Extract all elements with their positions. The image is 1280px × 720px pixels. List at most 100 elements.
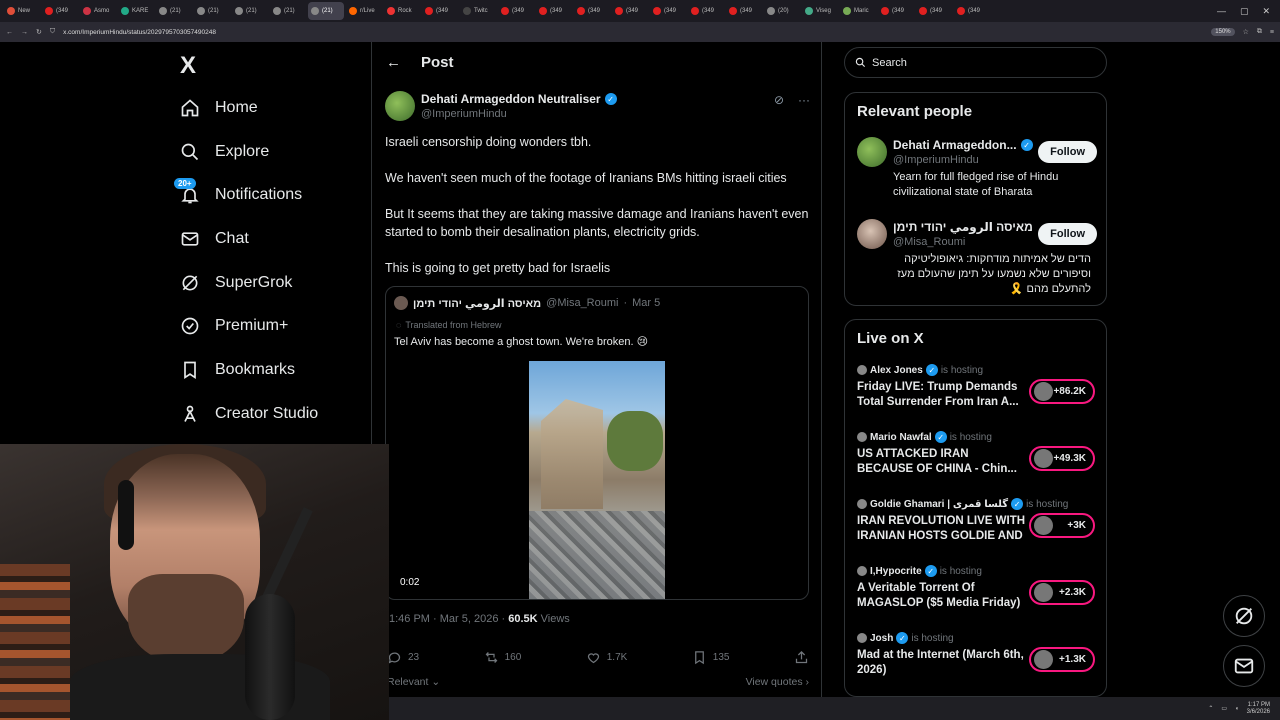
person-handle[interactable]: @ImperiumHindu — [893, 154, 979, 166]
person-handle[interactable]: @Misa_Roumi — [893, 236, 965, 248]
browser-tab[interactable]: (349 — [688, 2, 724, 20]
tab-favicon-icon — [539, 7, 547, 15]
browser-tab[interactable]: KARE — [118, 2, 154, 20]
browser-tab[interactable]: Asmo — [80, 2, 116, 20]
x-logo[interactable]: X — [180, 52, 196, 80]
browser-tab[interactable]: (349 — [42, 2, 78, 20]
grok-icon[interactable]: ⊘ — [774, 93, 784, 107]
follow-button[interactable]: Follow — [1038, 141, 1097, 163]
browser-tab[interactable]: (349 — [536, 2, 572, 20]
live-item[interactable]: I,Hypocrite ✓ is hosting A Veritable Torre… — [857, 565, 1095, 611]
nav-home[interactable]: Home — [180, 98, 258, 118]
close-window-icon[interactable]: ✕ — [1262, 6, 1270, 17]
person-name[interactable]: Dehati Armageddon... — [893, 138, 1017, 152]
follow-button[interactable]: Follow — [1038, 223, 1097, 245]
browser-tab[interactable]: (21) — [156, 2, 192, 20]
nav-chat[interactable]: Chat — [180, 229, 249, 249]
browser-tab[interactable]: New — [4, 2, 40, 20]
extensions-icon[interactable]: ⧉ — [1257, 28, 1262, 36]
person-name[interactable]: מאיסה الرومي יהודי תימן — [893, 220, 1033, 234]
nav-notifications[interactable]: 20+ Notifications — [174, 178, 302, 205]
nav-label: Premium+ — [215, 317, 289, 334]
network-icon[interactable]: ▭ — [1221, 705, 1227, 712]
browser-tab[interactable]: (349 — [612, 2, 648, 20]
maximize-icon[interactable]: ▢ — [1240, 6, 1249, 17]
listener-pill[interactable]: +2.3K — [1029, 580, 1095, 605]
live-item[interactable]: Mario Nawfal ✓ is hosting US ATTACKED IRAN… — [857, 431, 1095, 477]
volume-icon[interactable]: ◖ — [1235, 706, 1239, 712]
quoted-post[interactable]: מאיסה الرومي יהודי תימן @Misa_Roumi · Ma… — [385, 286, 809, 600]
nav-bookmarks[interactable]: Bookmarks — [180, 360, 295, 380]
tab-label: r/Live — [360, 8, 375, 14]
browser-tab[interactable]: (21) — [270, 2, 306, 20]
listener-pill[interactable]: +49.3K — [1029, 446, 1095, 471]
repost-button[interactable]: 160 — [484, 650, 521, 665]
browser-tab[interactable]: (349 — [498, 2, 534, 20]
back-arrow-icon[interactable]: ← — [386, 54, 401, 71]
search-input[interactable]: Search — [844, 47, 1107, 78]
browser-tab[interactable]: (21) — [308, 2, 344, 20]
browser-tab[interactable]: r/Live — [346, 2, 382, 20]
browser-tab[interactable]: (349 — [650, 2, 686, 20]
browser-tab[interactable]: Twitc — [460, 2, 496, 20]
listener-pill[interactable]: +3K — [1029, 513, 1095, 538]
nav-explore[interactable]: Explore — [180, 142, 269, 162]
forward-icon[interactable]: → — [21, 29, 28, 36]
browser-tab[interactable]: (20) — [764, 2, 800, 20]
person-card[interactable]: מאיסה الرومي יהודי תימן @Misa_Roumi הדים… — [857, 219, 1097, 299]
browser-tab[interactable]: (349 — [574, 2, 610, 20]
grok-fab-button[interactable] — [1223, 595, 1265, 637]
browser-tab[interactable]: Rock — [384, 2, 420, 20]
menu-icon[interactable]: ≡ — [1270, 29, 1274, 36]
browser-tab[interactable]: (349 — [916, 2, 952, 20]
author-name[interactable]: Dehati Armageddon Neutraliser — [421, 92, 601, 106]
nav-creator-studio[interactable]: Creator Studio — [180, 404, 318, 424]
tab-label: (21) — [246, 8, 257, 14]
post-time[interactable]: 1:46 PM · Mar 5, 2026 — [389, 613, 498, 625]
reload-icon[interactable]: ↻ — [36, 28, 42, 36]
minimize-icon[interactable]: — — [1217, 6, 1226, 17]
taskbar-clock[interactable]: 1:17 PM 3/6/2026 — [1247, 702, 1270, 716]
avatar[interactable] — [857, 219, 887, 249]
tab-label: (349 — [626, 8, 639, 14]
avatar[interactable] — [385, 91, 415, 121]
live-title: Mad at the Internet (March 6th, 2026) — [857, 649, 1024, 676]
share-button[interactable] — [794, 650, 809, 665]
browser-tab[interactable]: (349 — [726, 2, 762, 20]
nav-supergrok[interactable]: SuperGrok — [180, 273, 292, 293]
listener-pill[interactable]: +1.3K — [1029, 647, 1095, 672]
tray-chevron-icon[interactable]: ⌃ — [1208, 705, 1213, 712]
browser-tab[interactable]: Viseg — [802, 2, 838, 20]
url-field[interactable]: x.com/ImperiumHindu/status/2029795703057… — [63, 29, 1203, 36]
browser-tab[interactable]: (349 — [878, 2, 914, 20]
back-icon[interactable]: ← — [6, 29, 13, 36]
messages-fab-button[interactable] — [1223, 645, 1265, 687]
more-icon[interactable]: ··· — [798, 93, 810, 107]
shield-icon[interactable]: ⛉ — [50, 28, 55, 36]
tab-favicon-icon — [805, 7, 813, 15]
listener-pill[interactable]: +86.2K — [1029, 379, 1095, 404]
sort-dropdown[interactable]: Relevant ⌄ — [387, 676, 440, 688]
like-button[interactable]: 1.7K — [586, 650, 627, 665]
bookmark-button[interactable]: 135 — [692, 650, 729, 665]
nav-premium[interactable]: Premium+ — [180, 316, 288, 336]
quote-video[interactable] — [529, 361, 665, 599]
browser-tab[interactable]: (21) — [194, 2, 230, 20]
browser-tab[interactable]: (21) — [232, 2, 268, 20]
browser-tab[interactable]: (349 — [422, 2, 458, 20]
browser-tab[interactable]: Maric — [840, 2, 876, 20]
zoom-indicator[interactable]: 150% — [1211, 28, 1235, 36]
listener-count: +49.3K — [1053, 453, 1086, 464]
star-icon[interactable]: ☆ — [1243, 28, 1249, 36]
reply-button[interactable]: 23 — [387, 650, 419, 665]
live-item[interactable]: Alex Jones ✓ is hosting Friday LIVE: Trump… — [857, 364, 1095, 410]
tab-favicon-icon — [159, 7, 167, 15]
share-icon — [795, 650, 808, 664]
live-item[interactable]: Goldie Ghamari | گلسا قمری ✓ is hosting IR… — [857, 498, 1095, 544]
live-item[interactable]: Josh ✓ is hosting Mad at the Internet (Mar… — [857, 632, 1095, 678]
author-handle[interactable]: @ImperiumHindu — [421, 108, 617, 120]
browser-tab[interactable]: (349 — [954, 2, 990, 20]
view-quotes-link[interactable]: View quotes › — [746, 676, 809, 688]
avatar[interactable] — [857, 137, 887, 167]
person-card[interactable]: Dehati Armageddon... ✓ @ImperiumHindu Yea… — [857, 137, 1097, 207]
